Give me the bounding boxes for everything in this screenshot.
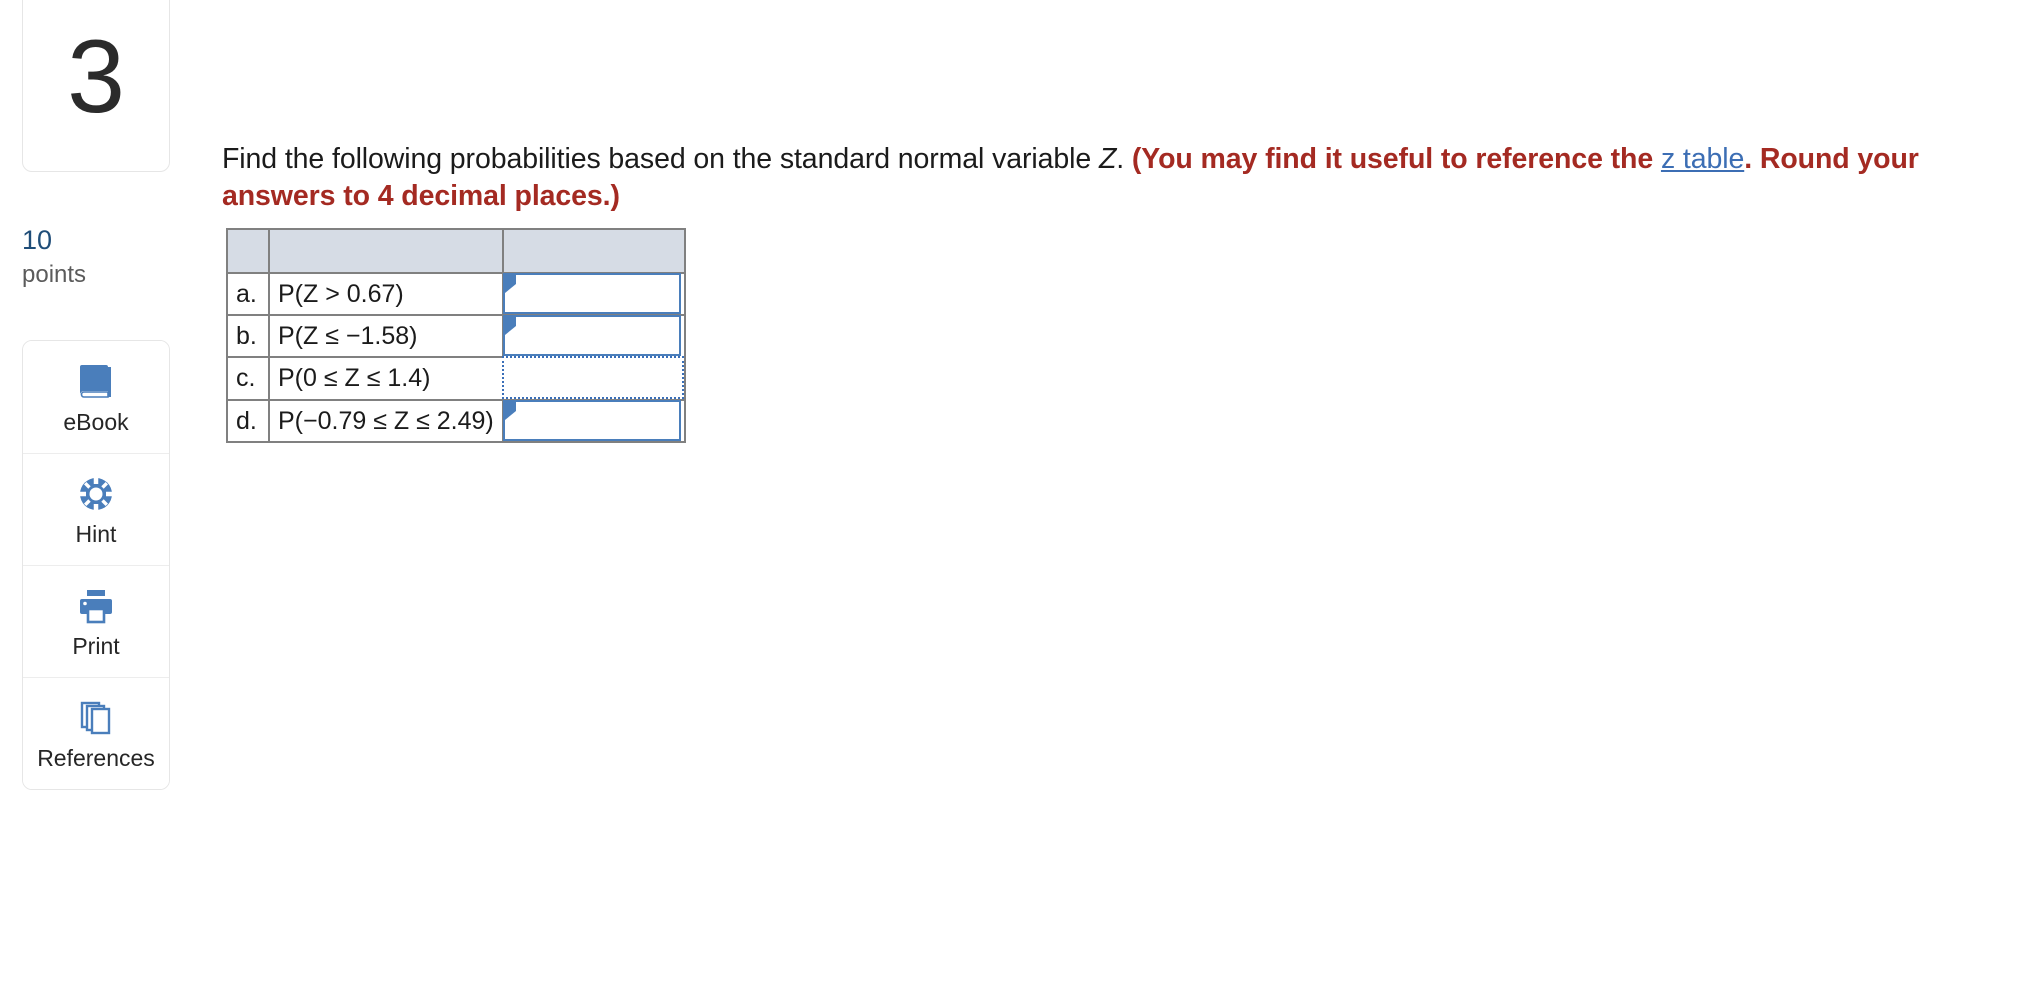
copy-pages-icon — [75, 697, 117, 739]
row-expression-text: P(Z > 0.67) — [278, 279, 404, 308]
row-letter-text: c. — [236, 364, 256, 392]
row-expression-text: P(−0.79 ≤ Z ≤ 2.49) — [278, 406, 494, 435]
book-icon — [75, 361, 117, 403]
answer-input-d[interactable] — [503, 400, 681, 441]
row-expression-a: P(Z > 0.67) — [268, 272, 504, 316]
row-expression-b: P(Z ≤ −1.58) — [268, 314, 504, 358]
prompt-text-period: . — [1116, 142, 1132, 175]
left-rail: 3 10 points eBook Hint Print References — [22, 0, 170, 791]
tool-label-print: Print — [72, 633, 120, 660]
prompt-variable-z: Z — [1098, 142, 1117, 175]
row-letter-d: d. — [226, 399, 270, 443]
question-number-card: 3 — [22, 0, 170, 172]
lifebuoy-icon — [75, 473, 117, 515]
answer-table-wrapper: a. P(Z > 0.67) b. P(Z ≤ −1.58) c. P(0 ≤ … — [226, 228, 686, 443]
row-expression-d: P(−0.79 ≤ Z ≤ 2.49) — [268, 399, 504, 443]
row-letter-text: d. — [236, 406, 257, 435]
question-area: Find the following probabilities based o… — [222, 112, 1982, 245]
question-number: 3 — [67, 19, 125, 135]
points-label: points — [22, 261, 87, 289]
row-letter-a: a. — [226, 272, 270, 316]
points-value: 10 — [22, 225, 53, 255]
prompt-text-lead: Find the following probabilities based o… — [222, 142, 1099, 175]
tool-panel: eBook Hint Print References — [22, 340, 170, 791]
table-header-row — [226, 228, 686, 274]
input-marker-triangle-icon — [505, 317, 516, 335]
table-row: d. P(−0.79 ≤ Z ≤ 2.49) — [226, 399, 686, 443]
answer-input-b[interactable] — [503, 315, 681, 356]
tool-item-print[interactable]: Print — [23, 565, 169, 678]
row-letter-text: b. — [236, 321, 257, 350]
answer-table: a. P(Z > 0.67) b. P(Z ≤ −1.58) c. P(0 ≤ … — [226, 228, 686, 443]
table-row: c. P(0 ≤ Z ≤ 1.4) — [226, 356, 686, 401]
input-marker-triangle-icon — [505, 402, 516, 420]
row-expression-text: P(0 ≤ Z ≤ 1.4) — [278, 364, 431, 392]
header-cell-expression — [268, 228, 504, 274]
printer-icon — [75, 585, 117, 627]
row-answer-cell-d — [502, 399, 686, 443]
tool-label-hint: Hint — [75, 521, 117, 548]
row-letter-c: c. — [226, 356, 270, 401]
row-expression-c: P(0 ≤ Z ≤ 1.4) — [268, 356, 504, 401]
header-cell-letter — [226, 228, 270, 274]
answer-input-c[interactable] — [502, 356, 684, 399]
row-answer-cell-c — [502, 356, 686, 401]
header-cell-answer — [502, 228, 686, 274]
input-marker-triangle-icon — [505, 275, 516, 293]
points-block: 10 points — [22, 224, 170, 290]
row-expression-text: P(Z ≤ −1.58) — [278, 321, 418, 350]
table-row: b. P(Z ≤ −1.58) — [226, 314, 686, 358]
answer-input-a[interactable] — [503, 273, 681, 314]
prompt-note-lead: (You may find it useful to reference the — [1131, 142, 1661, 175]
row-answer-cell-a — [502, 272, 686, 316]
header-expression-text — [270, 237, 278, 265]
tool-item-ebook[interactable]: eBook — [23, 341, 169, 454]
row-letter-text: a. — [236, 279, 257, 308]
tool-item-hint[interactable]: Hint — [23, 453, 169, 566]
row-answer-cell-b — [502, 314, 686, 358]
tool-label-ebook: eBook — [63, 408, 129, 435]
header-letter-text — [228, 237, 236, 265]
table-row: a. P(Z > 0.67) — [226, 272, 686, 316]
tool-label-references: References — [37, 745, 155, 772]
question-prompt: Find the following probabilities based o… — [222, 141, 1982, 217]
tool-item-references[interactable]: References — [23, 677, 169, 790]
z-table-link[interactable]: z table — [1661, 143, 1744, 175]
row-letter-b: b. — [226, 314, 270, 358]
question-page: 3 10 points eBook Hint Print References … — [0, 0, 2018, 1002]
